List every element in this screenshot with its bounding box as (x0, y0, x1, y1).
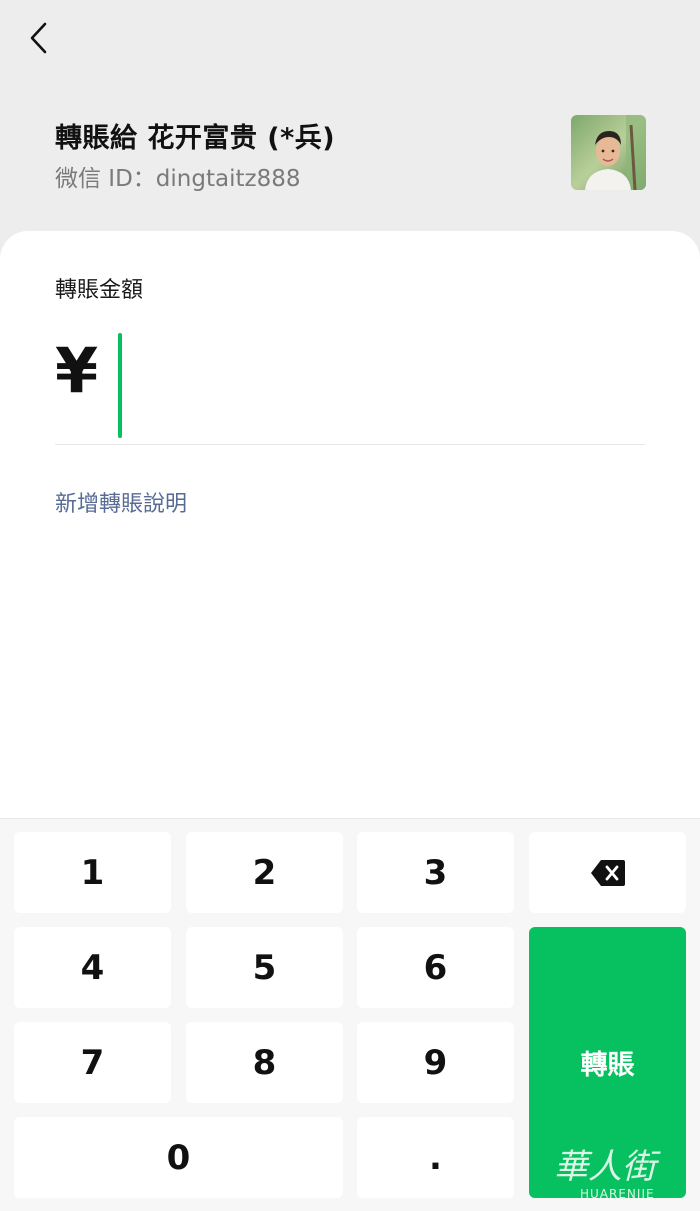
key-7[interactable]: 7 (14, 1022, 171, 1103)
backspace-icon (590, 859, 625, 886)
currency-symbol: ¥ (55, 334, 99, 407)
amount-divider (55, 444, 645, 445)
transfer-screen: 轉賬給 花开富贵 (*兵) 微信 ID：dingtaitz888 轉賬金額 ¥ (0, 0, 700, 1211)
back-button[interactable] (22, 20, 56, 56)
key-4[interactable]: 4 (14, 927, 171, 1008)
key-9[interactable]: 9 (357, 1022, 514, 1103)
amount-label: 轉賬金額 (55, 278, 144, 303)
backspace-key[interactable] (529, 832, 686, 913)
chevron-left-icon (30, 22, 47, 54)
key-6[interactable]: 6 (357, 927, 514, 1008)
key-0[interactable]: 0 (14, 1117, 343, 1198)
key-decimal[interactable]: . (357, 1117, 514, 1198)
avatar (571, 115, 646, 190)
key-2[interactable]: 2 (186, 832, 343, 913)
recipient-title: 轉賬給 花开富贵 (*兵) (55, 123, 336, 154)
amount-card (0, 231, 700, 851)
key-8[interactable]: 8 (186, 1022, 343, 1103)
key-3[interactable]: 3 (357, 832, 514, 913)
key-1[interactable]: 1 (14, 832, 171, 913)
text-cursor (118, 333, 122, 438)
add-transfer-note-link[interactable]: 新增轉賬說明 (55, 486, 187, 518)
transfer-confirm-button[interactable]: 轉賬 (529, 927, 686, 1198)
amount-input[interactable] (118, 333, 638, 438)
key-5[interactable]: 5 (186, 927, 343, 1008)
recipient-wechat-id: 微信 ID：dingtaitz888 (55, 166, 301, 192)
